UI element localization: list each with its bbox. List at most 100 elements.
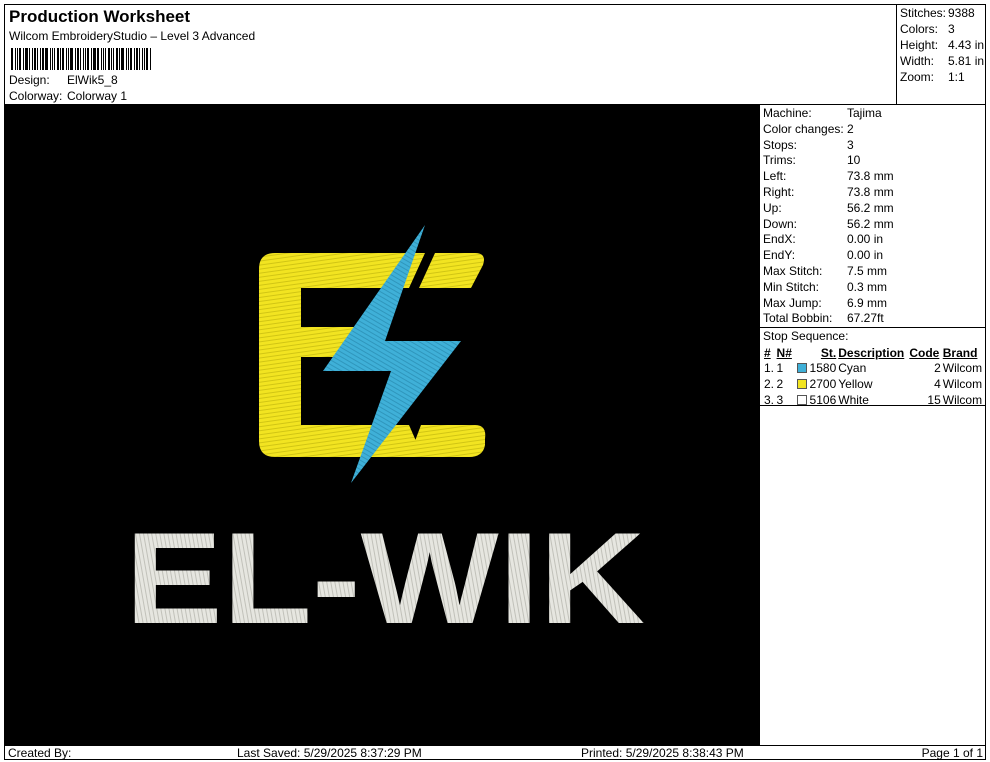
barcode-bar (57, 48, 59, 70)
info-row: EndY: 0.00 in (763, 248, 883, 262)
barcode-bar (116, 48, 118, 70)
info-row: Down: 56.2 mm (763, 217, 894, 231)
info-label: Stops: (763, 137, 798, 152)
info-row: Min Stitch: 0.3 mm (763, 280, 887, 294)
info-row: Stops: 3 (763, 138, 854, 152)
design-row: Design: ElWik5_8 (9, 73, 118, 87)
info-value: 6.9 mm (847, 295, 888, 310)
barcode-bar (29, 48, 30, 70)
info-value: 0.00 in (847, 232, 884, 247)
worksheet-footer: Created By: Last Saved: 5/29/2025 8:37:2… (5, 745, 986, 760)
barcode-bar (91, 48, 92, 70)
info-label: Color changes: (763, 121, 844, 136)
seq-stitches-cell: 2700 (794, 376, 838, 392)
divider (760, 405, 986, 406)
barcode-bar (23, 48, 24, 70)
height-value: 4.43 in (948, 38, 985, 52)
col-code: Code (909, 345, 940, 360)
info-label: Machine: (763, 106, 812, 120)
barcode-bar (77, 48, 79, 70)
summary-box: Stitches: 9388 Colors: 3 Height: 4.43 in Wi… (896, 5, 986, 105)
height-row: Height: 4.43 in (900, 38, 984, 52)
stitches-value: 9388 (948, 6, 975, 20)
info-label: Down: (763, 216, 798, 231)
machine-info-panel: Machine: Tajima Color changes: 2 Stops: 3 Trim… (760, 105, 986, 745)
barcode-bar (105, 48, 106, 70)
barcode-bar (111, 48, 112, 70)
col-stitches: St. (820, 345, 837, 360)
barcode-bar (142, 48, 143, 70)
col-brand: Brand (942, 345, 978, 360)
last-saved: Last Saved: 5/29/2025 8:37:29 PM (237, 746, 422, 760)
barcode-bar (42, 48, 44, 70)
barcode-bar (85, 48, 86, 70)
production-worksheet: Production Worksheet Wilcom EmbroiderySt… (4, 4, 986, 760)
info-value: Tajima (847, 106, 882, 120)
info-value: 7.5 mm (847, 264, 888, 278)
height-label: Height: (900, 38, 939, 52)
info-row: Total Bobbin: 67.27ft (763, 311, 884, 325)
zoom-value: 1:1 (948, 70, 965, 84)
barcode-bar (54, 48, 55, 70)
info-value: 3 (847, 137, 854, 152)
barcode-bar (50, 48, 51, 70)
info-value: 67.27ft (847, 311, 884, 326)
info-row: Up: 56.2 mm (763, 201, 894, 215)
barcode-bar (108, 48, 110, 70)
seq-brand: Wilcom (942, 377, 983, 391)
barcode-bar (87, 48, 89, 70)
info-row: Right: 73.8 mm (763, 185, 894, 199)
barcode-bar (101, 48, 102, 70)
barcode-bar (119, 48, 120, 70)
barcode-bar (62, 48, 64, 70)
colors-value: 3 (948, 22, 955, 36)
info-label: Max Stitch: (763, 264, 823, 278)
colorway-row: Colorway: Colorway 1 (9, 89, 127, 103)
seq-description: Cyan (838, 361, 867, 375)
table-row: 1. 1 1580 Cyan 2 Wilcom (763, 360, 985, 376)
info-value: 2 (847, 121, 854, 136)
info-label: Up: (763, 200, 782, 215)
barcode-bar (60, 48, 61, 70)
design-label: Design: (9, 73, 50, 87)
seq-stitches: 2700 (809, 377, 837, 391)
barcode-bar (17, 48, 18, 70)
color-swatch (796, 395, 807, 405)
seq-stitches-cell: 1580 (794, 360, 838, 376)
barcode-bar (68, 48, 69, 70)
barcode-bar (97, 48, 99, 70)
barcode (11, 48, 161, 70)
info-value: 0.00 in (847, 248, 884, 263)
seq-needle: 1 (776, 361, 784, 375)
stitches-row: Stitches: 9388 (900, 6, 975, 20)
col-description: Description (838, 345, 905, 360)
table-header-row: # N# St. Description Code Brand (763, 345, 985, 360)
page-number: Page 1 of 1 (921, 746, 983, 760)
seq-needle: 2 (776, 377, 784, 391)
info-value: 56.2 mm (847, 200, 894, 215)
info-label: Right: (763, 185, 795, 199)
colorway-value: Colorway 1 (67, 89, 128, 103)
colorway-label: Colorway: (9, 89, 63, 103)
barcode-bar (136, 48, 138, 70)
seq-brand: Wilcom (942, 361, 983, 375)
info-value: 73.8 mm (847, 185, 894, 199)
col-needle: N# (776, 345, 792, 360)
embroidery-logo: EL-WIK (125, 225, 645, 651)
seq-code: 4 (934, 377, 941, 391)
barcode-bar (45, 48, 48, 70)
design-value: ElWik5_8 (67, 73, 118, 87)
barcode-bar (15, 48, 16, 70)
zoom-row: Zoom: 1:1 (900, 70, 965, 84)
table-row: 2. 2 2700 Yellow 4 Wilcom (763, 376, 985, 392)
info-value: 73.8 mm (847, 169, 894, 184)
software-name: Wilcom EmbroideryStudio – Level 3 Advanc… (9, 29, 256, 43)
info-value: 56.2 mm (847, 216, 894, 231)
barcode-bar (34, 48, 36, 70)
info-label: EndY: (763, 248, 796, 263)
barcode-bar (70, 48, 73, 70)
stitches-label: Stitches: (900, 6, 947, 20)
barcode-bar (126, 48, 127, 70)
stop-sequence-table: # N# St. Description Code Brand 1. 1 1580 C… (763, 345, 985, 408)
barcode-bar (66, 48, 67, 70)
